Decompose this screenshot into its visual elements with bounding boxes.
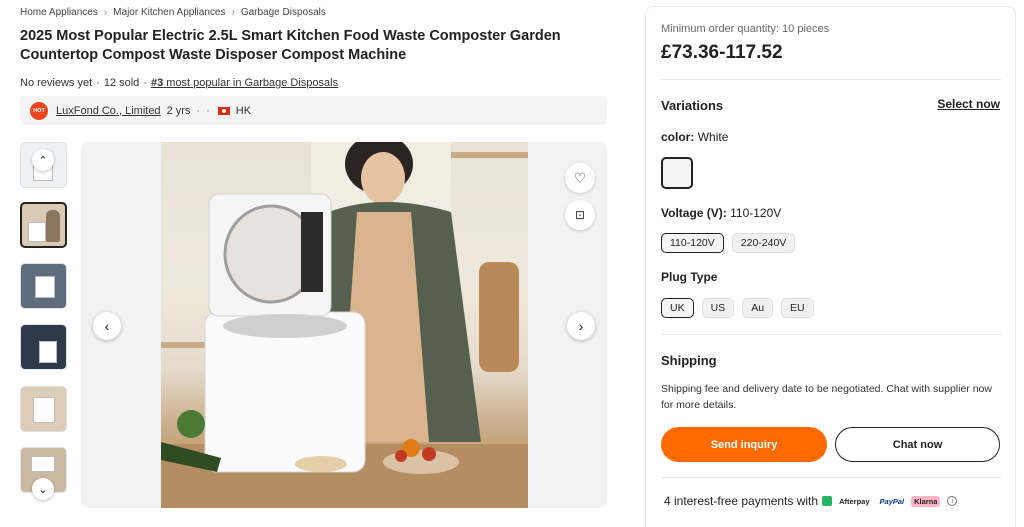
voltage-label: Voltage (V):: [661, 206, 727, 220]
reviews-text[interactable]: No reviews yet: [20, 77, 92, 89]
supplier-separator: ·: [196, 104, 201, 117]
afterpay-icon: [822, 496, 833, 506]
product-meta: No reviews yet · 12 sold · #3 most popul…: [20, 77, 338, 89]
product-title: 2025 Most Popular Electric 2.5L Smart Ki…: [20, 28, 561, 63]
divider: [661, 79, 1001, 80]
variations-title: Variations: [661, 98, 724, 113]
chevron-right-icon: ›: [231, 7, 235, 18]
divider: [661, 477, 1001, 478]
voltage-options: 110-120V 220-240V: [661, 233, 796, 253]
color-swatch-white[interactable]: [661, 157, 693, 189]
shipping-description: Shipping fee and delivery date to be neg…: [661, 383, 992, 411]
voltage-option-110-120v[interactable]: 110-120V: [661, 233, 724, 253]
plug-option-eu[interactable]: EU: [781, 298, 814, 318]
thumbnail-3[interactable]: [20, 263, 67, 309]
product-thumb-shape: [35, 276, 55, 298]
klarna-logo: Klarna: [911, 495, 941, 507]
color-value: White: [697, 130, 729, 144]
supplier-logo: HOT: [30, 101, 48, 120]
thumbnail-5[interactable]: [20, 386, 67, 432]
info-icon[interactable]: i: [947, 496, 958, 506]
chevron-up-icon[interactable]: ⌃: [32, 149, 54, 171]
color-label: color:: [661, 130, 695, 144]
payment-options: 4 interest-free payments with Afterpay P…: [664, 494, 958, 508]
image-search-icon: ⊡: [574, 208, 586, 222]
plug-option-uk[interactable]: UK: [661, 298, 694, 318]
chevron-down-icon[interactable]: ⌄: [32, 478, 54, 500]
thumbnail-2[interactable]: [20, 202, 67, 248]
previous-image-button[interactable]: ‹: [93, 312, 121, 340]
shipping-title: Shipping: [661, 353, 717, 368]
afterpay-logo: Afterpay: [839, 496, 870, 506]
chevron-right-icon: ›: [578, 318, 584, 334]
send-inquiry-button[interactable]: Send inquiry: [661, 427, 827, 462]
payments-text: 4 interest-free payments with: [664, 494, 819, 508]
meta-separator: ·: [96, 77, 100, 89]
hk-flag-icon: [217, 106, 230, 115]
heart-icon: ♡: [573, 169, 587, 186]
supplier-bar: HOT LuxFond Co., Limited 2 yrs · · HK: [20, 96, 607, 125]
supplier-country: HK: [235, 104, 252, 117]
thumbnail-4[interactable]: [20, 324, 67, 370]
chat-now-button[interactable]: Chat now: [835, 427, 1000, 462]
product-thumb-shape: [33, 397, 55, 423]
popularity-rank-link[interactable]: #3 most popular in Garbage Disposals: [151, 77, 338, 89]
purchase-panel: Minimum order quantity: 10 pieces £73.36…: [645, 6, 1016, 527]
rank-text: most popular in Garbage Disposals: [166, 77, 339, 89]
visual-search-button[interactable]: ⊡: [565, 200, 595, 230]
color-attribute: color: White: [661, 130, 728, 144]
breadcrumb-item-major-kitchen[interactable]: Major Kitchen Appliances: [113, 7, 225, 18]
voltage-attribute: Voltage (V): 110-120V: [661, 206, 781, 220]
sold-count: 12 sold: [103, 77, 140, 89]
supplier-years: 2 yrs: [166, 104, 191, 117]
plug-option-au[interactable]: Au: [742, 298, 774, 318]
product-main-image: [161, 142, 528, 508]
favorite-button[interactable]: ♡: [565, 163, 595, 193]
meta-separator: ·: [143, 77, 147, 89]
supplier-name-link[interactable]: LuxFond Co., Limited: [56, 105, 161, 117]
price-range: £73.36-117.52: [661, 42, 783, 63]
plug-type-attribute: Plug Type: [661, 270, 717, 284]
minimum-order-quantity: Minimum order quantity: 10 pieces: [661, 23, 830, 35]
breadcrumb: Home Appliances › Major Kitchen Applianc…: [20, 7, 326, 18]
voltage-value: 110-120V: [730, 206, 782, 220]
select-now-link[interactable]: Select now: [937, 97, 1000, 111]
rank-number: #3: [150, 77, 164, 89]
next-image-button[interactable]: ›: [567, 312, 595, 340]
plug-type-options: UK US Au EU: [661, 298, 814, 318]
breadcrumb-item-home-appliances[interactable]: Home Appliances: [20, 7, 98, 18]
chevron-right-icon: ›: [103, 7, 108, 18]
supplier-separator: ·: [206, 104, 210, 117]
product-thumb-shape: [39, 341, 57, 363]
divider: [661, 334, 1001, 335]
plug-type-label: Plug Type: [661, 270, 718, 284]
paypal-logo: PayPal: [879, 496, 905, 506]
voltage-option-220-240v[interactable]: 220-240V: [731, 233, 796, 253]
product-thumb-shape: [28, 222, 46, 242]
kitchen-scene-illustration: [161, 142, 528, 508]
person-thumb-shape: [46, 210, 60, 242]
main-image-gallery: ‹ › ♡ ⊡: [81, 142, 607, 508]
product-thumb-shape: [31, 456, 55, 472]
breadcrumb-item-garbage-disposals[interactable]: Garbage Disposals: [241, 7, 326, 18]
plug-option-us[interactable]: US: [701, 298, 735, 318]
chevron-left-icon: ‹: [104, 318, 110, 334]
